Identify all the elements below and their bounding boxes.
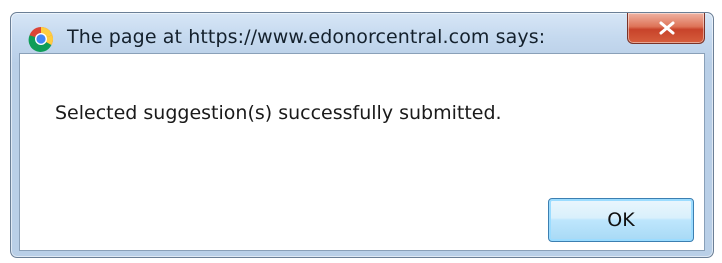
alert-dialog: The page at https://www.edonorcentral.co… xyxy=(10,12,714,258)
dialog-message: Selected suggestion(s) successfully subm… xyxy=(55,102,502,124)
dialog-content: Selected suggestion(s) successfully subm… xyxy=(19,53,705,251)
close-button[interactable] xyxy=(627,13,705,44)
dialog-titlebar[interactable]: The page at https://www.edonorcentral.co… xyxy=(11,13,713,53)
chrome-icon xyxy=(28,26,54,52)
close-icon xyxy=(659,21,675,35)
dialog-title: The page at https://www.edonorcentral.co… xyxy=(67,26,546,48)
ok-button[interactable]: OK xyxy=(548,198,694,242)
